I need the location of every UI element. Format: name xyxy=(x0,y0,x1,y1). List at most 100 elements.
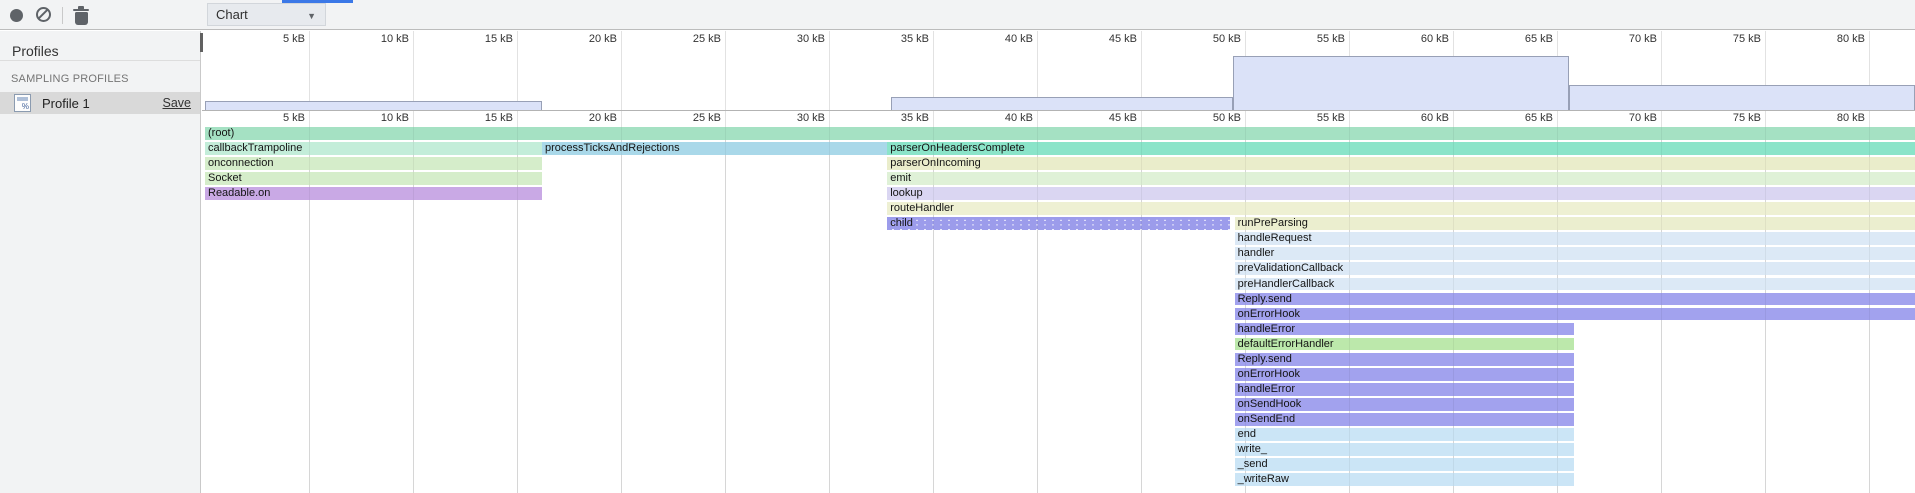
flame-frame-routehandler[interactable]: routeHandler xyxy=(887,202,1915,215)
overview-ruler-label: 65 kB xyxy=(1525,33,1553,45)
overview-ruler-label: 45 kB xyxy=(1109,33,1137,45)
save-link[interactable]: Save xyxy=(163,96,192,110)
flame-ruler-label: 40 kB xyxy=(1005,112,1033,124)
flame-ruler-label: 15 kB xyxy=(485,112,513,124)
flame-frame-socket[interactable]: Socket xyxy=(205,172,542,185)
flame-ruler-label: 5 kB xyxy=(283,112,305,124)
flame-ruler-label: 30 kB xyxy=(797,112,825,124)
gridline-overlay xyxy=(725,127,726,493)
toolbar: Chart ▼ xyxy=(0,0,1915,30)
overview-ruler-label: 70 kB xyxy=(1629,33,1657,45)
trash-icon[interactable] xyxy=(73,6,89,25)
flame-ruler-label: 10 kB xyxy=(381,112,409,124)
overview-ruler-label: 15 kB xyxy=(485,33,513,45)
overview-step[interactable] xyxy=(891,97,1232,110)
gridline-overlay xyxy=(1141,127,1142,493)
flame-ruler-label: 60 kB xyxy=(1421,112,1449,124)
overview-ruler-label: 10 kB xyxy=(381,33,409,45)
gridline-overlay xyxy=(1349,127,1350,493)
overview-ruler-label: 50 kB xyxy=(1213,33,1241,45)
flame-frame-onsendhook[interactable]: onSendHook xyxy=(1235,398,1574,411)
overview-step[interactable] xyxy=(205,101,542,110)
flame-frame-onsendend[interactable]: onSendEnd xyxy=(1235,413,1574,426)
overview-ruler-label: 20 kB xyxy=(589,33,617,45)
overview-ruler-label: 55 kB xyxy=(1317,33,1345,45)
flame-frame-parseronincoming[interactable]: parserOnIncoming xyxy=(887,157,1915,170)
record-icon[interactable] xyxy=(10,9,23,22)
flame-frame-reply-send[interactable]: Reply.send xyxy=(1235,353,1574,366)
flame-ruler-label: 80 kB xyxy=(1837,112,1865,124)
flame-frame-onerrorhook[interactable]: onErrorHook xyxy=(1235,308,1915,321)
overview-ruler-label: 75 kB xyxy=(1733,33,1761,45)
gridline-overlay xyxy=(517,127,518,493)
flame-frame-prevalidationcallback[interactable]: preValidationCallback xyxy=(1235,262,1915,275)
flame-ruler-label: 45 kB xyxy=(1109,112,1137,124)
flame-frame-handler[interactable]: handler xyxy=(1235,247,1915,260)
flame-frame-handleerror[interactable]: handleError xyxy=(1235,383,1574,396)
overview-ruler-label: 80 kB xyxy=(1837,33,1865,45)
flame-ruler-label: 65 kB xyxy=(1525,112,1553,124)
profiles-sidebar: Profiles SAMPLING PROFILES Profile 1 Sav… xyxy=(0,31,201,493)
clear-icon[interactable] xyxy=(36,7,51,22)
view-mode-value: Chart xyxy=(216,7,248,22)
gridline-overlay xyxy=(1453,127,1454,493)
flame-ruler-label: 20 kB xyxy=(589,112,617,124)
flame-frame-handlerequest[interactable]: handleRequest xyxy=(1235,232,1915,245)
gridline-overlay xyxy=(413,127,414,493)
flame-frame-child[interactable]: child xyxy=(887,217,1230,230)
flame-ruler-label: 70 kB xyxy=(1629,112,1657,124)
flame-frame-onconnection[interactable]: onconnection xyxy=(205,157,542,170)
sidebar-divider xyxy=(0,60,200,61)
overview-baseline xyxy=(202,110,1915,111)
gridline-overlay xyxy=(1765,127,1766,493)
sidebar-title: Profiles xyxy=(12,43,59,59)
overview-ruler-label: 35 kB xyxy=(901,33,929,45)
flame-frame-end[interactable]: end xyxy=(1235,428,1574,441)
flame-ruler-label: 35 kB xyxy=(901,112,929,124)
gridline-overlay xyxy=(829,127,830,493)
flame-frame-reply-send[interactable]: Reply.send xyxy=(1235,293,1915,306)
overview-ruler-label: 5 kB xyxy=(283,33,305,45)
gridline-overlay xyxy=(1037,127,1038,493)
flame-frame-processticksandrejections[interactable]: processTicksAndRejections xyxy=(542,142,887,155)
gridline-overlay xyxy=(309,127,310,493)
overview-ruler-label: 25 kB xyxy=(693,33,721,45)
view-mode-select[interactable]: Chart ▼ xyxy=(207,3,326,26)
sidebar-item-profile-1[interactable]: Profile 1 Save xyxy=(0,92,200,114)
gridline-overlay xyxy=(1557,127,1558,493)
flame-ruler-label: 75 kB xyxy=(1733,112,1761,124)
flame-frame-lookup[interactable]: lookup xyxy=(887,187,1915,200)
flame-frame-onerrorhook[interactable]: onErrorHook xyxy=(1235,368,1574,381)
heap-flame-chart[interactable]: 5 kB 10 kB 15 kB 20 kB 25 kB 30 kB 35 kB 40 kB 4… xyxy=(202,31,1915,493)
chevron-down-icon: ▼ xyxy=(307,11,316,21)
flame-frame-runpreparsing[interactable]: runPreParsing xyxy=(1235,217,1915,230)
overview-step[interactable] xyxy=(1233,56,1570,110)
profile-label: Profile 1 xyxy=(42,96,90,111)
overview-resize-handle[interactable] xyxy=(200,33,203,52)
gridline-overlay xyxy=(1661,127,1662,493)
overview-ruler-label: 60 kB xyxy=(1421,33,1449,45)
flame-frame-handleerror[interactable]: handleError xyxy=(1235,323,1574,336)
gridline-overlay xyxy=(1245,127,1246,493)
flame-ruler-label: 25 kB xyxy=(693,112,721,124)
flame-ruler-label: 50 kB xyxy=(1213,112,1241,124)
flame-frame-emit[interactable]: emit xyxy=(887,172,1915,185)
flame-frame-callbacktrampoline[interactable]: callbackTrampoline xyxy=(205,142,542,155)
flame-frame-prehandlercallback[interactable]: preHandlerCallback xyxy=(1235,278,1915,291)
overview-ruler-label: 40 kB xyxy=(1005,33,1033,45)
flame-frame-defaulterrorhandler[interactable]: defaultErrorHandler xyxy=(1235,338,1574,351)
flame-ruler-label: 55 kB xyxy=(1317,112,1345,124)
flame-frame--writeraw[interactable]: _writeRaw xyxy=(1235,473,1574,486)
flame-frame-parseronheaderscomplete[interactable]: parserOnHeadersComplete xyxy=(887,142,1915,155)
overview-ruler-label: 30 kB xyxy=(797,33,825,45)
flame-frame--root-[interactable]: (root) xyxy=(205,127,1915,140)
gridline-overlay xyxy=(621,127,622,493)
overview-step[interactable] xyxy=(1569,85,1914,110)
profile-document-icon xyxy=(14,94,31,112)
flame-frame-readable-on[interactable]: Readable.on xyxy=(205,187,542,200)
toolbar-separator xyxy=(62,7,63,24)
flame-frame-write-[interactable]: write_ xyxy=(1235,443,1574,456)
flame-frame--send[interactable]: _send xyxy=(1235,458,1574,471)
sampling-profiles-header: SAMPLING PROFILES xyxy=(11,73,129,85)
gridline-overlay xyxy=(933,127,934,493)
